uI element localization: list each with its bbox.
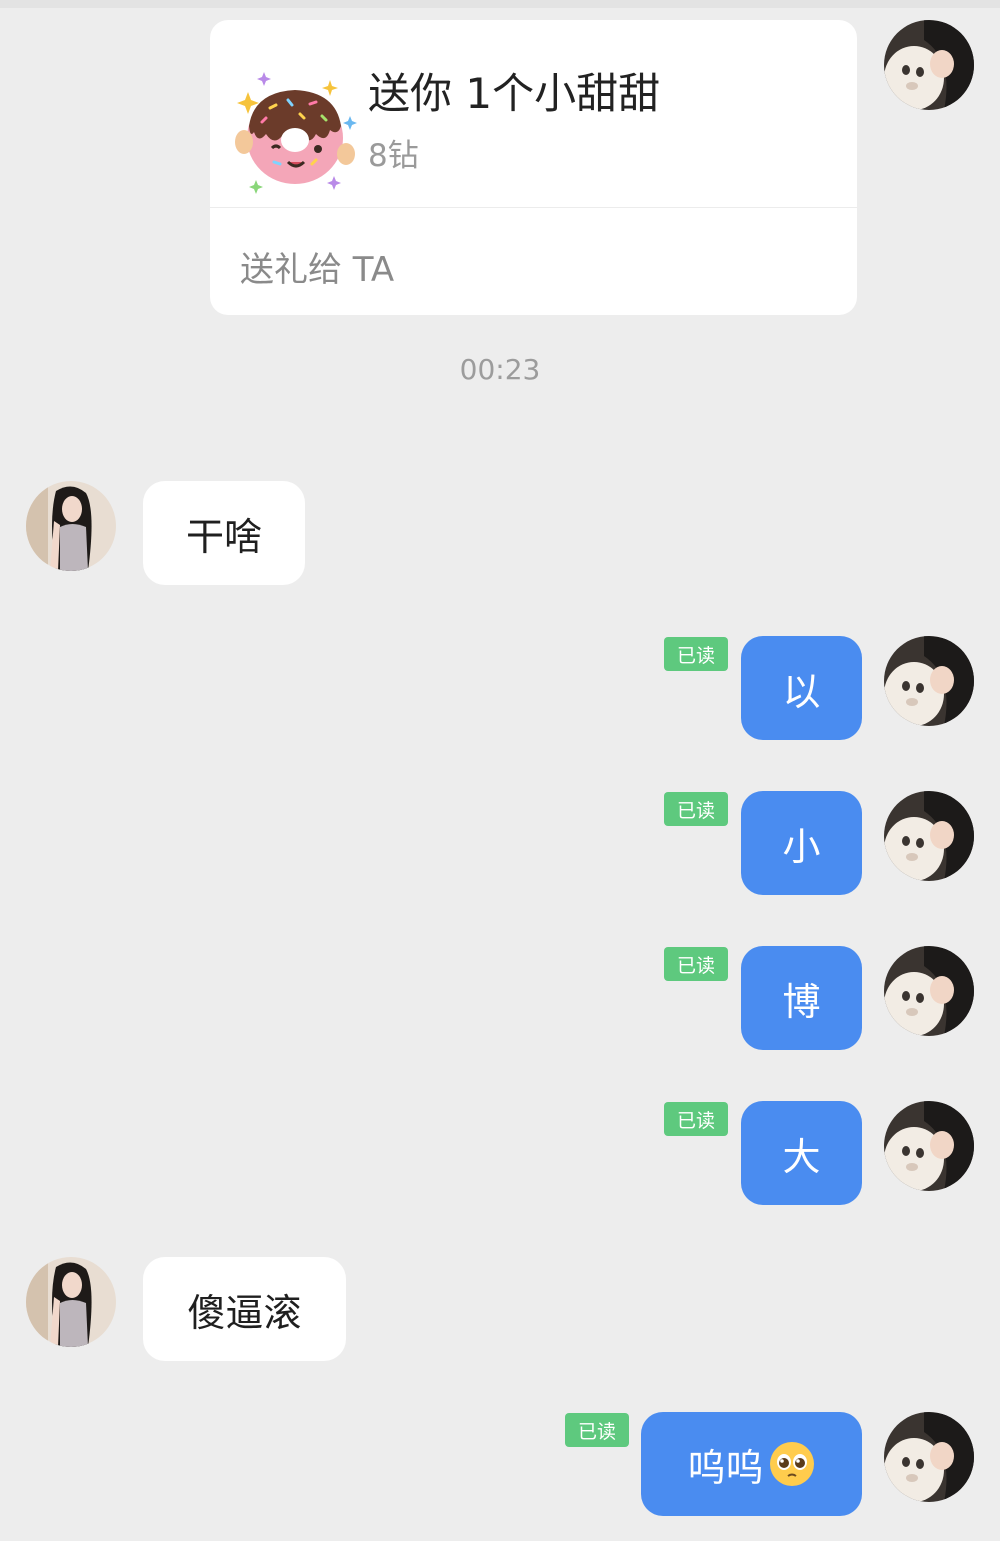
self-avatar[interactable] — [884, 791, 974, 881]
gift-card[interactable]: 送你 1个小甜甜 8钻 送礼给 TA — [210, 20, 857, 315]
pleading-face-emoji-icon — [768, 1440, 816, 1488]
message-bubble-outgoing[interactable]: 博 — [741, 946, 862, 1050]
contact-avatar[interactable] — [26, 1257, 116, 1347]
message-bubble-outgoing[interactable]: 大 — [741, 1101, 862, 1205]
gift-price: 8钻 — [368, 138, 419, 174]
send-gift-button[interactable]: 送礼给 TA — [240, 242, 394, 291]
message-timestamp: 00:23 — [459, 353, 541, 386]
read-badge: 已读 — [664, 947, 728, 981]
message-text: 大 — [782, 1134, 821, 1179]
message-bubble-incoming[interactable]: 傻逼滚 — [143, 1257, 346, 1361]
message-text: 以 — [782, 669, 821, 714]
self-avatar[interactable] — [884, 1101, 974, 1191]
message-text: 呜呜 — [687, 1445, 764, 1490]
self-avatar[interactable] — [884, 20, 974, 110]
gift-title: 送你 1个小甜甜 — [368, 69, 661, 118]
message-bubble-outgoing[interactable]: 小 — [741, 791, 862, 895]
message-bubble-outgoing[interactable]: 以 — [741, 636, 862, 740]
read-badge: 已读 — [565, 1413, 629, 1447]
message-bubble-outgoing[interactable]: 呜呜 — [641, 1412, 862, 1516]
contact-avatar[interactable] — [26, 481, 116, 571]
read-badge: 已读 — [664, 792, 728, 826]
self-avatar[interactable] — [884, 1412, 974, 1502]
read-badge: 已读 — [664, 637, 728, 671]
donut-gift-icon — [230, 56, 360, 196]
message-text: 傻逼滚 — [187, 1290, 302, 1335]
self-avatar[interactable] — [884, 636, 974, 726]
message-text: 干啥 — [185, 514, 262, 559]
message-text: 小 — [782, 824, 821, 869]
message-bubble-incoming[interactable]: 干啥 — [143, 481, 305, 585]
self-avatar[interactable] — [884, 946, 974, 1036]
read-badge: 已读 — [664, 1102, 728, 1136]
gift-divider — [210, 207, 857, 208]
top-divider — [0, 0, 1000, 8]
message-text: 博 — [782, 979, 821, 1024]
